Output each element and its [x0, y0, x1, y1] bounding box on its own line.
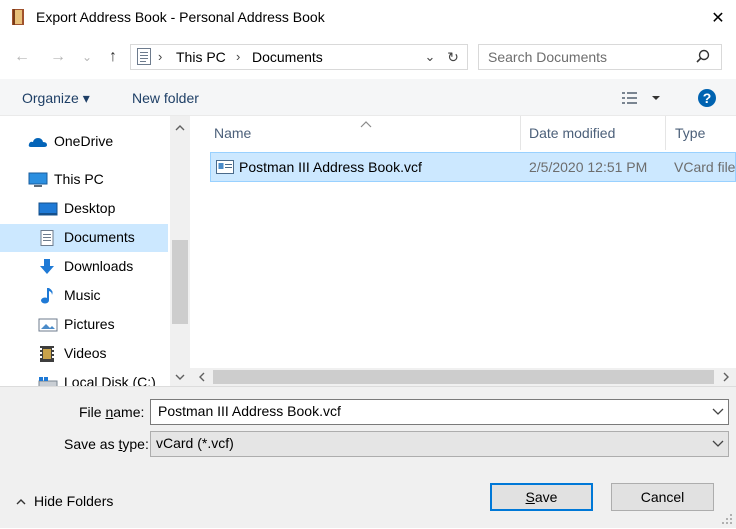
help-button[interactable]: ? — [697, 88, 717, 108]
chevron-left-icon — [199, 372, 205, 382]
chevron-down-icon: ⌄ — [81, 50, 93, 64]
sidebar-item-pictures[interactable]: Pictures — [0, 311, 168, 339]
hide-folders-label: Hide Folders — [34, 493, 114, 509]
svg-text:?: ? — [703, 90, 712, 106]
local-disk-icon — [38, 375, 58, 386]
sidebar-item-label: OneDrive — [54, 133, 114, 149]
sidebar-item-label: This PC — [54, 171, 104, 187]
breadcrumb-this-pc[interactable]: This PC — [176, 49, 226, 65]
downloads-icon — [38, 259, 56, 275]
videos-icon — [38, 346, 56, 362]
up-arrow-icon: ↑ — [109, 48, 117, 65]
sidebar-item-label: Documents — [64, 229, 135, 245]
help-icon: ? — [698, 89, 716, 107]
chevron-up-icon — [16, 499, 26, 505]
save-as-type-select[interactable] — [150, 431, 729, 457]
refresh-icon: ↻ — [447, 48, 459, 65]
sidebar-item-desktop[interactable]: Desktop — [0, 195, 168, 223]
sidebar-item-local-disk[interactable]: Local Disk (C:) — [0, 369, 168, 386]
organize-menu-button[interactable]: Organize ▾ — [22, 90, 90, 107]
recent-locations-button[interactable]: ⌄ — [80, 45, 94, 69]
documents-location-icon — [137, 48, 151, 65]
sidebar-item-documents[interactable]: Documents — [0, 224, 168, 252]
file-date-cell: 2/5/2020 12:51 PM — [529, 159, 648, 175]
forward-button[interactable]: → — [46, 45, 70, 69]
file-name-value: Postman III Address Book.vcf — [158, 403, 341, 419]
column-header-date-modified[interactable]: Date modified — [529, 125, 615, 141]
file-name-cell: Postman III Address Book.vcf — [239, 159, 422, 175]
pictures-icon — [38, 317, 58, 333]
column-divider[interactable] — [665, 116, 666, 150]
sidebar-item-label: Videos — [64, 345, 107, 361]
desktop-icon — [38, 201, 58, 217]
breadcrumb-documents[interactable]: Documents — [252, 49, 323, 65]
file-name-label: File name: — [79, 404, 145, 420]
forward-arrow-icon: → — [50, 48, 66, 65]
window-title: Export Address Book - Personal Address B… — [36, 9, 325, 25]
chevron-down-icon — [712, 408, 724, 415]
back-arrow-icon: ← — [14, 48, 30, 65]
column-divider[interactable] — [520, 116, 521, 150]
column-header-name[interactable]: Name — [214, 125, 251, 141]
horizontal-scrollbar-thumb[interactable] — [213, 370, 714, 384]
navigation-pane: OneDrive This PC Desktop Documents Downl… — [0, 116, 190, 386]
sidebar-item-label: Local Disk (C:) — [64, 374, 156, 386]
chevron-down-icon — [175, 374, 185, 380]
sidebar-item-label: Desktop — [64, 200, 116, 216]
save-button[interactable]: Save — [490, 483, 593, 511]
address-dropdown-button[interactable]: ⌄ — [420, 44, 440, 70]
scroll-right-button[interactable] — [716, 368, 736, 386]
sidebar-item-this-pc[interactable]: This PC — [0, 166, 168, 194]
search-icon[interactable] — [694, 48, 712, 66]
chevron-right-icon — [723, 372, 729, 382]
save-as-type-value: vCard (*.vcf) — [156, 435, 234, 451]
chevron-down-icon — [712, 440, 724, 447]
sidebar-item-label: Downloads — [64, 258, 134, 274]
chevron-down-icon: ⌄ — [424, 49, 436, 64]
file-type-cell: VCard file — [674, 159, 736, 175]
breadcrumb-separator: › — [236, 49, 241, 64]
save-as-type-dropdown-button[interactable] — [708, 432, 728, 456]
change-view-button[interactable] — [618, 88, 666, 108]
close-button[interactable]: ✕ — [700, 0, 736, 36]
sidebar-item-label: Music — [64, 287, 101, 303]
documents-icon — [38, 230, 56, 246]
resize-grip[interactable] — [720, 512, 734, 526]
chevron-up-icon — [175, 125, 185, 131]
back-button[interactable]: ← — [10, 45, 34, 69]
sidebar-scrollbar-thumb[interactable] — [172, 240, 188, 324]
sidebar-item-music[interactable]: Music — [0, 282, 168, 310]
vcard-file-icon — [216, 160, 234, 174]
scroll-up-button[interactable] — [170, 120, 190, 136]
details-view-icon — [622, 92, 637, 104]
refresh-button[interactable]: ↻ — [440, 44, 466, 70]
scroll-left-button[interactable] — [192, 368, 212, 386]
this-pc-icon — [28, 172, 48, 188]
hide-folders-button[interactable]: Hide Folders — [16, 493, 113, 509]
sidebar-item-downloads[interactable]: Downloads — [0, 253, 168, 281]
address-book-icon — [12, 9, 24, 25]
up-button[interactable]: ↑ — [102, 45, 124, 69]
sort-ascending-icon — [360, 115, 372, 128]
column-header-type[interactable]: Type — [675, 125, 705, 141]
onedrive-icon — [28, 134, 47, 150]
cancel-button[interactable]: Cancel — [611, 483, 714, 511]
close-icon: ✕ — [711, 10, 725, 27]
breadcrumb-separator: › — [158, 49, 163, 64]
save-as-type-label: Save as type: — [64, 436, 149, 452]
sidebar-item-videos[interactable]: Videos — [0, 340, 168, 368]
sidebar-item-onedrive[interactable]: OneDrive — [0, 128, 168, 156]
sidebar-item-label: Pictures — [64, 316, 115, 332]
scroll-down-button[interactable] — [170, 368, 190, 386]
new-folder-button[interactable]: New folder — [132, 90, 199, 106]
music-icon — [38, 288, 56, 304]
resize-grip-icon — [722, 514, 732, 524]
search-placeholder: Search Documents — [488, 49, 608, 65]
file-name-dropdown-button[interactable] — [708, 400, 728, 424]
